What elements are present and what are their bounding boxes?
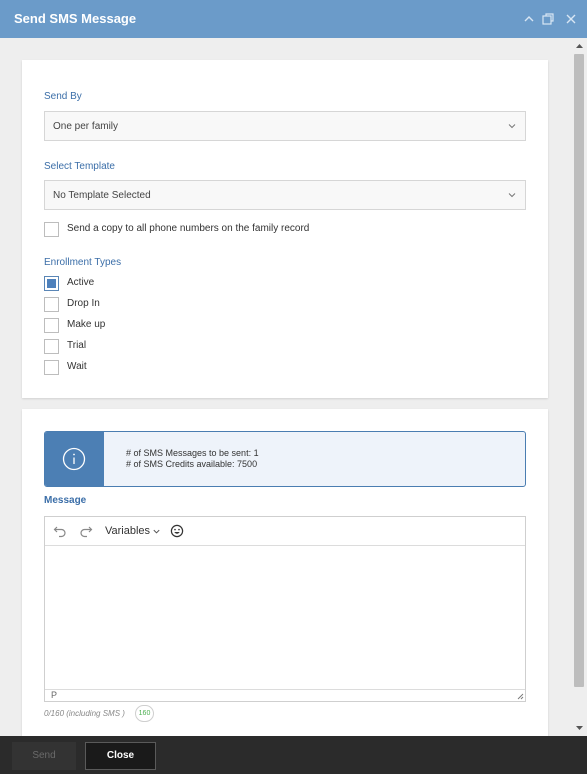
template-select[interactable]: No Template Selected	[44, 180, 526, 210]
close-icon	[566, 14, 576, 24]
variables-dropdown[interactable]: Variables	[105, 525, 161, 539]
checkbox-box[interactable]	[44, 297, 59, 312]
checkbox-box[interactable]	[44, 360, 59, 375]
template-value: No Template Selected	[53, 190, 151, 201]
checkbox-box[interactable]	[44, 318, 59, 333]
checkbox-box[interactable]	[44, 222, 59, 237]
enrollment-active-checkbox[interactable]: Active	[44, 276, 124, 291]
scroll-down-arrow-icon[interactable]	[575, 724, 584, 732]
close-window-button[interactable]	[563, 11, 579, 27]
message-card: # of SMS Messages to be sent: 1 # of SMS…	[22, 409, 548, 736]
scrollbar-thumb[interactable]	[574, 54, 584, 687]
enrollment-drop-in-checkbox[interactable]: Drop In	[44, 297, 124, 312]
sms-length-badge: 160	[135, 705, 154, 722]
undo-icon	[53, 526, 66, 538]
copy-all-phones-label: Send a copy to all phone numbers on the …	[67, 223, 310, 234]
vertical-scrollbar[interactable]	[572, 38, 587, 736]
options-card: Send By One per family Select Template N…	[22, 60, 548, 398]
sms-credits-available: # of SMS Credits available: 7500	[126, 459, 258, 469]
chevron-down-icon	[508, 193, 516, 198]
enrollment-wait-label: Wait	[67, 361, 87, 372]
chevron-up-icon	[524, 16, 534, 22]
send-by-select[interactable]: One per family	[44, 111, 526, 141]
send-by-value: One per family	[53, 121, 119, 132]
enrollment-trial-checkbox[interactable]: Trial	[44, 339, 124, 354]
chevron-down-icon	[508, 124, 516, 129]
sms-info-box: # of SMS Messages to be sent: 1 # of SMS…	[44, 431, 526, 487]
editor-statusbar: P	[45, 689, 525, 701]
info-icon	[62, 447, 86, 471]
scroll-up-arrow-icon[interactable]	[575, 42, 584, 50]
editor-toolbar: Variables	[45, 517, 525, 546]
close-button[interactable]: Close	[85, 742, 156, 770]
sms-info-text: # of SMS Messages to be sent: 1 # of SMS…	[126, 448, 259, 470]
checkbox-box-checked[interactable]	[44, 276, 59, 291]
copy-all-phones-checkbox[interactable]: Send a copy to all phone numbers on the …	[44, 222, 344, 237]
chevron-down-icon	[153, 529, 160, 534]
window-titlebar: Send SMS Message	[0, 0, 587, 38]
redo-button[interactable]	[79, 524, 93, 538]
enrollment-make-up-label: Make up	[67, 319, 106, 330]
send-by-label: Send By	[44, 91, 82, 102]
window-title: Send SMS Message	[14, 11, 137, 26]
emoji-icon	[170, 524, 184, 538]
variables-label: Variables	[105, 525, 151, 537]
dialog-footer: Send Close	[0, 736, 587, 774]
enrollment-wait-checkbox[interactable]: Wait	[44, 360, 124, 375]
enrollment-make-up-checkbox[interactable]: Make up	[44, 318, 124, 333]
checkbox-box[interactable]	[44, 339, 59, 354]
maximize-window-button[interactable]	[540, 11, 556, 27]
sms-messages-count: # of SMS Messages to be sent: 1	[126, 448, 259, 458]
enrollment-types-label: Enrollment Types	[44, 257, 122, 268]
enrollment-drop-in-label: Drop In	[67, 298, 100, 309]
emoji-button[interactable]	[170, 524, 184, 538]
send-button[interactable]: Send	[12, 742, 76, 770]
redo-icon	[80, 526, 93, 538]
element-path: P	[51, 690, 58, 700]
dialog-content: Send By One per family Select Template N…	[0, 38, 587, 736]
message-label: Message	[44, 495, 87, 506]
select-template-label: Select Template	[44, 161, 115, 172]
enrollment-trial-label: Trial	[67, 340, 87, 351]
enrollment-active-label: Active	[67, 277, 95, 288]
undo-button[interactable]	[53, 524, 67, 538]
character-counter: 0/160 (including SMS )	[44, 709, 125, 718]
restore-icon	[542, 13, 554, 25]
info-icon-cell	[45, 432, 104, 486]
message-editor[interactable]: Variables P	[44, 516, 526, 702]
resize-handle-icon[interactable]	[516, 692, 524, 700]
collapse-window-button[interactable]	[521, 11, 537, 27]
